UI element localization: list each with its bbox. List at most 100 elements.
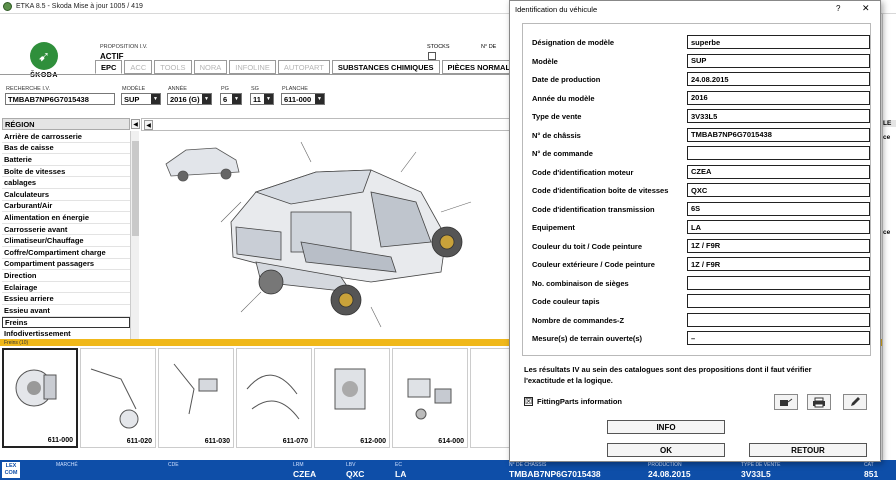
vin-label: RECHERCHE I.V. [6,86,51,92]
chevron-down-icon[interactable]: ▼ [202,94,211,104]
planche-select[interactable]: 611-000 ▼ [281,93,325,105]
region-item[interactable]: Essieu avant [2,305,130,317]
scrollbar-thumb[interactable] [132,141,139,236]
detail-label: Equipement [532,223,575,232]
back-button[interactable]: RETOUR [749,443,867,457]
detail-row: Type de vente 3V33L5 [532,109,872,125]
model-select[interactable]: SUP ▼ [121,93,161,105]
vin-search-input[interactable]: TMBAB7NP6G7015438 [5,93,115,105]
region-item[interactable]: Calculateurs [2,189,130,201]
region-item[interactable]: Carburant/Air [2,201,130,213]
thumbnail-item-partial[interactable] [470,348,510,448]
illustration-toolbar: ◀ [141,118,511,131]
detail-value: 3V33L5 [687,109,870,123]
info-button[interactable]: INFO [607,420,725,434]
sg-select[interactable]: 11 ▼ [250,93,274,105]
thumbnail-item[interactable]: 612-000 [314,348,390,448]
region-item[interactable]: Batterie [2,154,130,166]
lbv-value: QXC [346,469,365,479]
lexcom-top: LEX [5,463,17,469]
edit-button[interactable] [843,394,867,410]
status-bar: LEX COM MARCHÉ CDE LRM CZEA LBV QXC EC LA… [0,460,896,480]
tab-substances-chimiques[interactable]: SUBSTANCES CHIMIQUES [331,60,440,74]
marche-label: MARCHÉ [56,462,78,468]
ec-label: EC [395,462,402,468]
handbrake-cable-icon [246,374,300,420]
chevron-down-icon[interactable]: ▼ [264,94,273,104]
detail-value: SUP [687,53,870,68]
region-item-selected[interactable]: Freins [2,316,130,329]
thumbnail-code: 614-000 [438,438,464,445]
detail-label: Code d'identification moteur [532,167,634,177]
region-item[interactable]: Alimentation en énergie [2,212,130,224]
planche-value: 611-000 [284,94,312,104]
chevron-down-icon[interactable]: ▼ [151,94,160,104]
planche-label: PLANCHE [282,86,308,92]
tab-epc[interactable]: EPC [95,60,123,74]
tab-autopart[interactable]: AUTOPART [277,60,330,74]
region-scrollbar[interactable] [130,131,139,339]
thumbnail-item-selected[interactable]: 611-000 [2,348,78,448]
pg-label: PG [221,86,229,92]
region-item[interactable]: Bas de caisse [2,143,130,155]
region-item[interactable]: Coffre/Compartiment charge [2,247,130,259]
close-icon[interactable]: ✕ [862,3,870,14]
detail-row: Mesure(s) de terrain ouverte(s) – [532,331,872,347]
region-item[interactable]: Arrière de carrosserie [2,131,130,143]
tab-acc[interactable]: ACC [124,60,153,74]
tab-tools[interactable]: TOOLS [154,60,192,74]
pg-select[interactable]: 6 ▼ [220,93,242,105]
region-item[interactable]: Boîte de vitesses [2,166,130,178]
detail-value: 2016 [687,90,870,105]
collapse-arrow-icon[interactable]: ◀ [131,119,140,129]
detail-row: Modèle SUP [532,53,872,70]
production-value: 24.08.2015 [648,469,691,479]
thumbnail-item[interactable]: 611-020 [80,348,156,448]
region-item[interactable]: Compartiment passagers [2,259,130,271]
car-diagram-icon [165,141,472,328]
region-item[interactable]: Infodivertissement [2,328,130,339]
region-item[interactable]: Direction [2,270,130,282]
pencil-icon [851,397,860,406]
detail-value [687,312,870,327]
fittingparts-label: FittingParts information [537,397,622,406]
ok-button[interactable]: OK [607,443,725,457]
year-value: 2016 (G) [170,94,200,104]
thumbnail-code: 611-020 [126,438,152,445]
detail-label: No. combinaison de sièges [532,278,629,288]
detail-value: QXC [687,183,870,197]
vehicle-exploded-illustration[interactable] [141,132,511,339]
region-item[interactable]: Essieu arriere [2,293,130,305]
detail-label: Mesure(s) de terrain ouverte(s) [532,334,643,343]
export-button[interactable] [774,394,798,410]
detail-row: Nombre de commandes-Z [532,312,872,329]
stocks-checkbox[interactable] [428,52,436,60]
thumbnail-item[interactable]: 614-000 [392,348,468,448]
region-item[interactable]: Eclairage [2,282,130,294]
sg-value: 11 [253,94,261,104]
chevron-down-icon[interactable]: ▼ [315,94,324,104]
region-item[interactable]: Climatiseur/Chauffage [2,235,130,247]
model-label: MODÈLE [122,86,146,92]
print-button[interactable] [807,394,831,410]
year-select[interactable]: 2016 (G) ▼ [167,93,212,105]
help-icon[interactable]: ? [836,4,840,13]
detail-row: Désignation de modèle superbe [532,35,872,51]
detail-row: N° de commande [532,146,872,162]
back-arrow-icon[interactable]: ◀ [144,120,153,130]
region-header: RÉGION [2,118,130,130]
tab-pieces-normales[interactable]: PIÈCES NORMAL [441,60,517,74]
thumbnail-item[interactable]: 611-030 [158,348,234,448]
tab-infoline[interactable]: INFOLINE [229,60,276,74]
detail-label: N° de commande [532,149,593,158]
chevron-down-icon[interactable]: ▼ [232,94,241,104]
region-item[interactable]: cablages [2,177,130,189]
detail-row: Code d'identification boîte de vitesses Q… [532,183,872,199]
region-item[interactable]: Carrosserie avant [2,224,130,236]
fittingparts-option[interactable]: ☒ FittingParts information [524,397,622,406]
tab-nora[interactable]: NORA [193,60,228,74]
detail-label: Modèle [532,56,558,66]
detail-label: Année du modèle [532,93,595,103]
fittingparts-checkbox[interactable]: ☒ [524,397,533,406]
thumbnail-item[interactable]: 611-070 [236,348,312,448]
